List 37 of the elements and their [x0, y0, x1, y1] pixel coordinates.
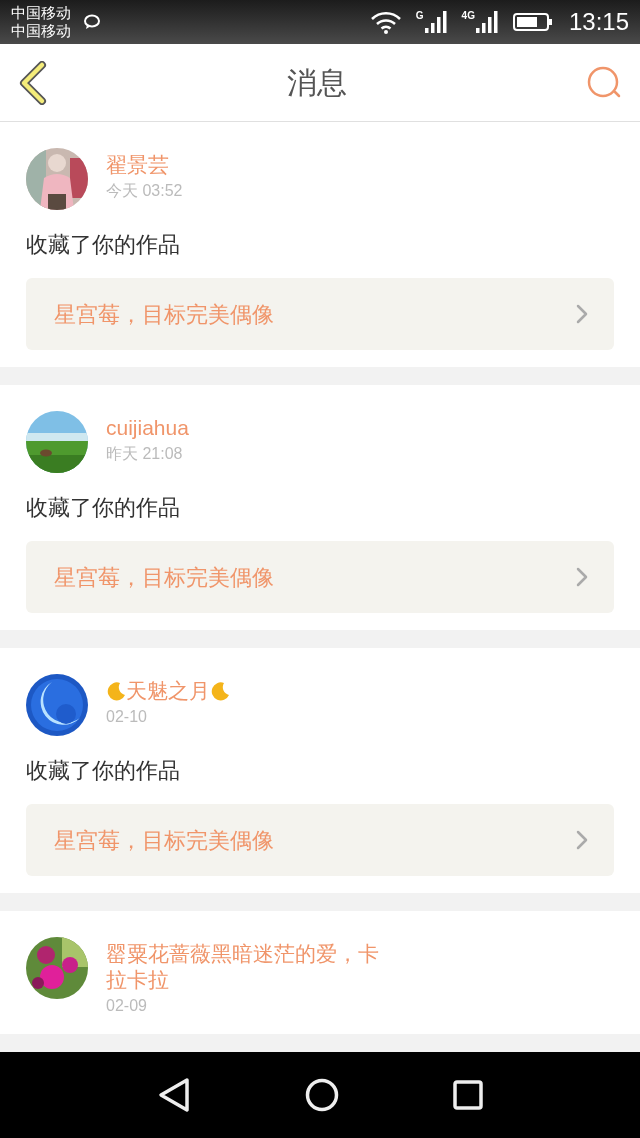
- crescent-moon-icon: [106, 681, 126, 701]
- recents-nav-icon[interactable]: [453, 1080, 483, 1110]
- message-time: 02-09: [106, 996, 148, 1016]
- chevron-right-icon: [576, 830, 588, 850]
- chevron-right-icon: [576, 567, 588, 587]
- wifi-icon: [369, 10, 402, 34]
- work-title: 星宫莓，目标完美偶像: [54, 563, 274, 592]
- signal-icon: [474, 10, 499, 34]
- carrier-name: 中国移动: [11, 4, 71, 22]
- network-type: 4G: [461, 11, 475, 21]
- signal-icon: [423, 10, 448, 34]
- clock-time: 13:15: [568, 7, 629, 37]
- battery-icon: [512, 12, 553, 32]
- user-name[interactable]: 罂粟花蔷薇黑暗迷茫的爱，卡拉卡拉: [106, 941, 396, 993]
- carrier-name: 中国移动: [11, 22, 71, 40]
- user-name[interactable]: 天魅之月: [126, 678, 210, 704]
- message-time: 02-10: [106, 707, 148, 727]
- message-time: 昨天 21:08: [106, 444, 184, 464]
- message-time: 今天 03:52: [106, 181, 183, 201]
- user-name[interactable]: 翟景芸: [106, 152, 169, 178]
- user-name[interactable]: cuijiahua: [106, 415, 189, 441]
- work-link[interactable]: 星宫莓，目标完美偶像: [26, 278, 614, 350]
- work-link[interactable]: 星宫莓，目标完美偶像: [26, 804, 614, 876]
- crescent-moon-icon: [210, 681, 230, 701]
- back-icon[interactable]: [18, 60, 48, 105]
- message-text: 收藏了你的作品: [26, 231, 181, 259]
- network-type: G: [415, 11, 424, 21]
- home-nav-icon[interactable]: [305, 1078, 339, 1112]
- message-text: 收藏了你的作品: [26, 757, 181, 785]
- work-title: 星宫莓，目标完美偶像: [54, 826, 274, 855]
- message-text: 收藏了你的作品: [26, 494, 181, 522]
- chat-bubble-icon: [83, 14, 101, 30]
- page-title: 消息: [287, 65, 347, 101]
- work-title: 星宫莓，目标完美偶像: [54, 300, 274, 329]
- back-nav-icon[interactable]: [157, 1077, 191, 1113]
- chevron-right-icon: [576, 304, 588, 324]
- work-link[interactable]: 星宫莓，目标完美偶像: [26, 541, 614, 613]
